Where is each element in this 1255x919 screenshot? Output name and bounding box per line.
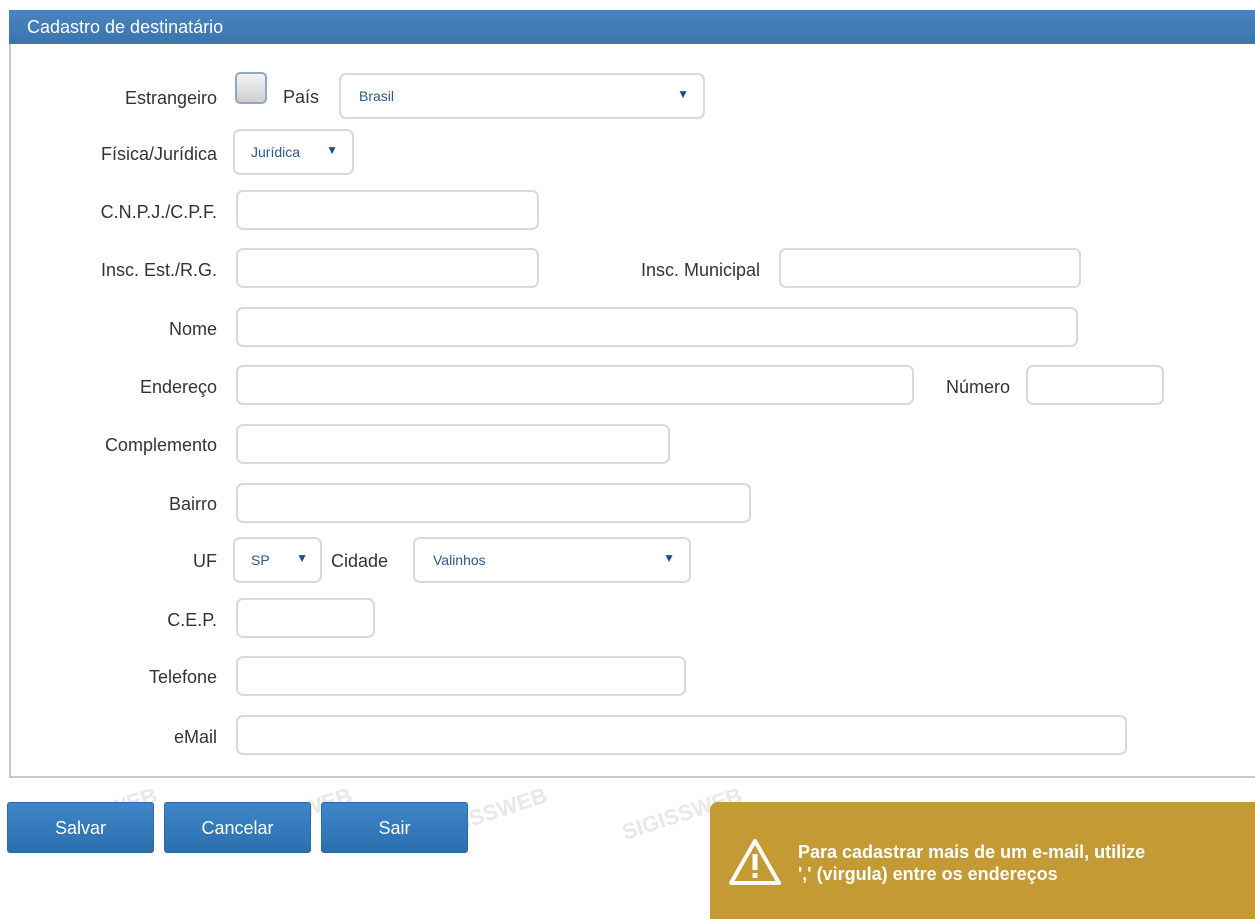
- cnpj-input[interactable]: [236, 190, 539, 230]
- email-alert: Para cadastrar mais de um e-mail, utiliz…: [710, 802, 1255, 919]
- uf-label: UF: [193, 551, 217, 571]
- insc-est-label: Insc. Est./R.G.: [100, 260, 217, 280]
- alert-line-1: Para cadastrar mais de um e-mail, utiliz…: [798, 842, 1146, 862]
- chevron-down-icon: ▼: [663, 551, 675, 565]
- nome-label: Nome: [168, 319, 217, 339]
- insc-mun-label: Insc. Municipal: [640, 260, 760, 280]
- insc-est-input[interactable]: [236, 248, 539, 288]
- numero-input[interactable]: [1026, 365, 1164, 405]
- cep-input[interactable]: [236, 598, 375, 638]
- telefone-input[interactable]: [236, 656, 686, 696]
- tipo-select-value: Jurídica: [251, 144, 301, 160]
- estrangeiro-label: Estrangeiro: [124, 88, 217, 108]
- pais-select-value: Brasil: [359, 88, 395, 104]
- cidade-select[interactable]: Valinhos ▼: [413, 537, 691, 583]
- alert-line-2: ',' (virgula) entre os endereços: [798, 864, 1058, 884]
- email-label: eMail: [173, 727, 217, 747]
- cep-label: C.E.P.: [167, 610, 217, 630]
- pais-select[interactable]: Brasil ▼: [339, 73, 705, 119]
- chevron-down-icon: ▼: [326, 143, 338, 157]
- cidade-label: Cidade: [331, 551, 389, 571]
- tipo-select[interactable]: Jurídica ▼: [233, 129, 354, 175]
- sair-button[interactable]: Sair: [321, 802, 468, 853]
- complemento-label: Complemento: [104, 435, 217, 455]
- telefone-label: Telefone: [148, 667, 217, 687]
- bairro-input[interactable]: [236, 483, 751, 523]
- alert-message: Para cadastrar mais de um e-mail, utiliz…: [798, 841, 1248, 885]
- chevron-down-icon: ▼: [296, 551, 308, 565]
- email-input[interactable]: [236, 715, 1127, 755]
- estrangeiro-checkbox[interactable]: [235, 72, 267, 104]
- cancelar-button[interactable]: Cancelar: [164, 802, 311, 853]
- bairro-label: Bairro: [168, 494, 217, 514]
- insc-mun-input[interactable]: [779, 248, 1081, 288]
- endereco-input[interactable]: [236, 365, 914, 405]
- cidade-select-value: Valinhos: [433, 552, 486, 568]
- chevron-down-icon: ▼: [677, 87, 689, 101]
- tipo-label: Física/Jurídica: [100, 144, 217, 164]
- complemento-input[interactable]: [236, 424, 670, 464]
- nome-input[interactable]: [236, 307, 1078, 347]
- endereco-label: Endereço: [139, 377, 217, 397]
- panel-title: Cadastro de destinatário: [9, 10, 1255, 44]
- uf-select[interactable]: SP ▼: [233, 537, 322, 583]
- salvar-button[interactable]: Salvar: [7, 802, 154, 853]
- cnpj-label: C.N.P.J./C.P.F.: [100, 202, 217, 222]
- numero-label: Número: [945, 377, 1010, 397]
- warning-icon: [729, 839, 781, 885]
- pais-label: País: [283, 87, 320, 107]
- uf-select-value: SP: [251, 552, 270, 568]
